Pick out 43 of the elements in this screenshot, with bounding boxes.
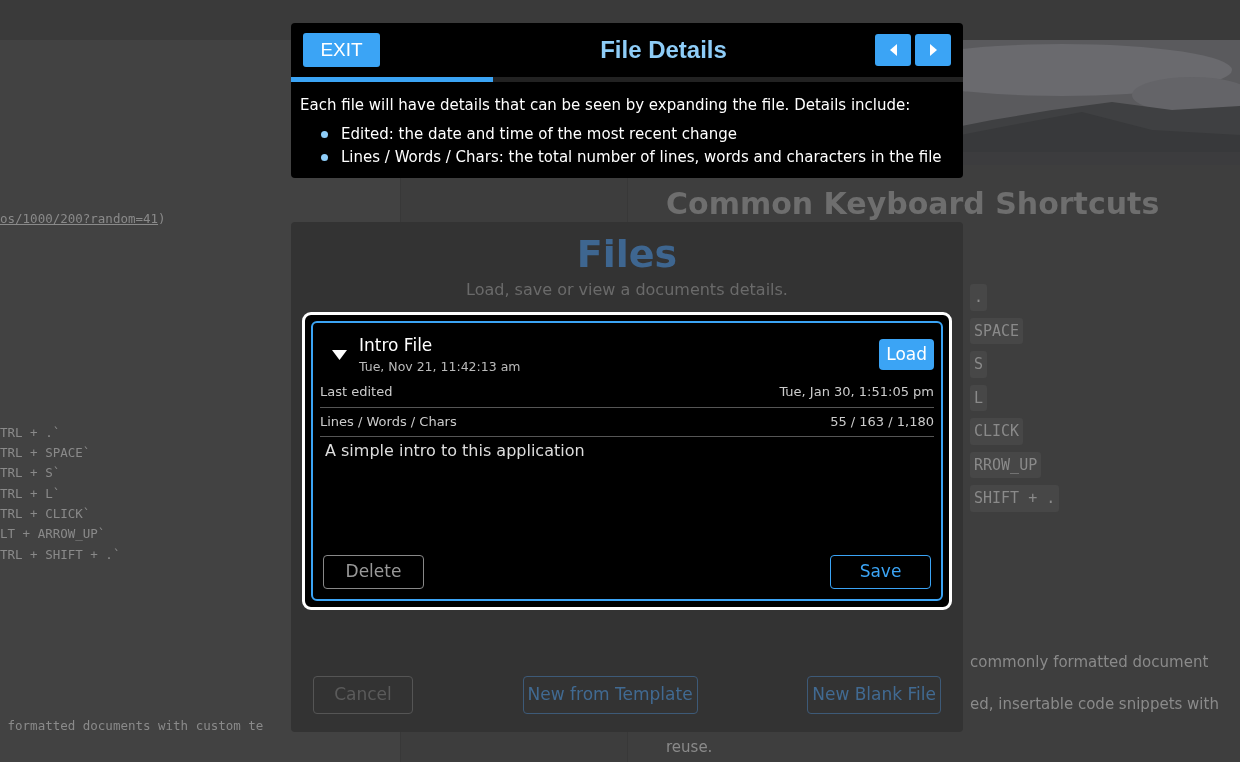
editor-line: formatted documents with custom te [6, 717, 264, 736]
editor-line: TRL + S` [0, 464, 61, 483]
key-code: CLICK [970, 418, 1024, 445]
paragraph-line: commonly formatted document [970, 651, 1210, 673]
editor-line: TRL + SHIFT + .` [0, 545, 121, 564]
delete-button[interactable]: Delete [323, 555, 424, 590]
detail-value: 55 / 163 / 1,180 [830, 412, 934, 431]
paragraph-line: ed, insertable code snippets with [970, 694, 1220, 715]
detail-value: Tue, Jan 30, 1:51:05 pm [779, 383, 934, 402]
paragraph-line: reuse. [666, 736, 714, 758]
editor-line: TRL + .` [0, 423, 61, 442]
tour-title: File Details [600, 35, 727, 65]
file-name: Intro File [359, 333, 434, 357]
bullet-text: Lines / Words / Chars: the total number of lines, words and characters in the file [341, 146, 942, 168]
dialog-title: Files [575, 234, 679, 276]
key-code: SPACE [970, 317, 1024, 344]
exit-button[interactable]: EXIT [303, 33, 380, 67]
save-button[interactable]: Save [830, 555, 931, 590]
action-button[interactable]: New from Template [522, 676, 698, 714]
editor-text: ) [158, 211, 166, 226]
key-code: L [970, 384, 988, 411]
link[interactable]: os/1000/200?random=41 [0, 211, 159, 226]
next-button[interactable] [915, 34, 951, 66]
editor-line: TRL + SPACE` [0, 444, 91, 463]
load-button[interactable]: Load [879, 338, 934, 371]
editor-line: TRL + CLICK` [0, 504, 91, 523]
bullet-icon [321, 130, 328, 138]
detail-label: Last edited [320, 383, 393, 402]
file-date: Tue, Nov 21, 11:42:13 am [359, 358, 522, 377]
detail-label: Lines / Words / Chars [320, 412, 457, 431]
key-code: RROW_UP [970, 451, 1042, 478]
action-button[interactable]: New Blank File [807, 676, 941, 714]
caret-right-icon [927, 42, 939, 58]
editor-line: LT + ARROW_UP` [0, 525, 106, 544]
key-code: S [970, 351, 988, 378]
previous-button[interactable] [875, 34, 911, 66]
caret-down-icon[interactable] [332, 348, 347, 361]
editor-line: TRL + L` [0, 484, 61, 503]
key-code: SHIFT + . [970, 485, 1060, 512]
key-code: . [970, 284, 988, 311]
bullet-text: Edited: the date and time of the most recent change [341, 123, 737, 145]
tour-text: Each file will have details that can be seen by expanding the file. Details include: [300, 95, 912, 116]
bullet-icon [321, 153, 328, 161]
